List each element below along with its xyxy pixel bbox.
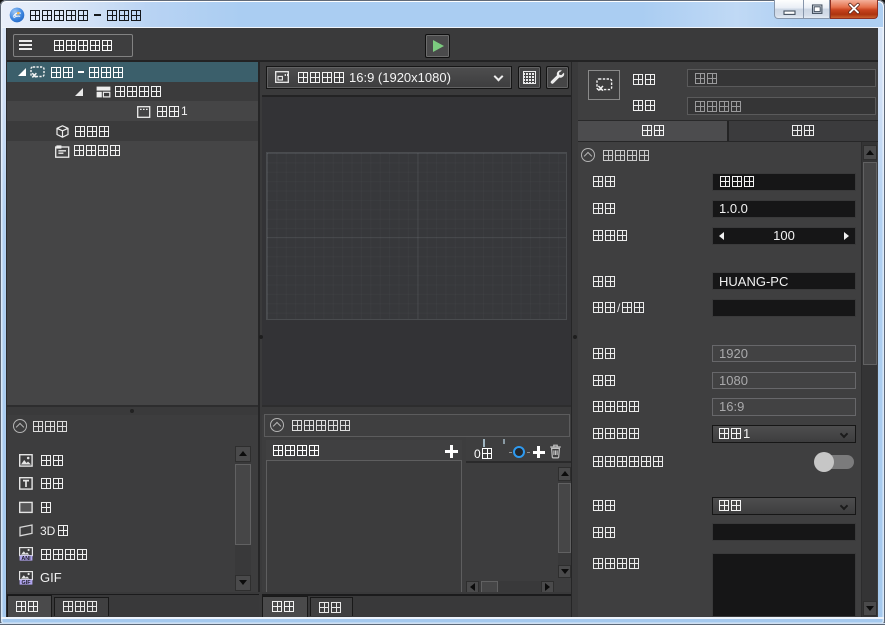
svg-text:GIF: GIF <box>22 580 32 585</box>
svg-text:ANI: ANI <box>21 556 31 561</box>
